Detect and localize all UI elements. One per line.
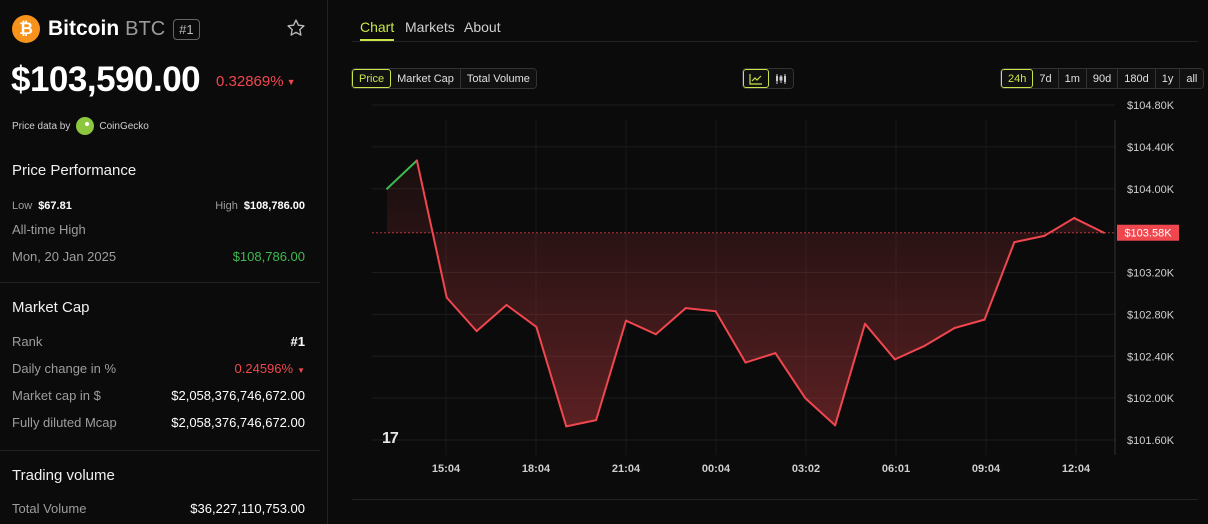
x-tick-label: 18:04 — [522, 463, 551, 475]
market-cap-title: Market Cap — [12, 299, 90, 316]
divider — [0, 450, 320, 451]
metric-price-button[interactable]: Price — [352, 69, 392, 88]
tab-markets[interactable]: Markets — [405, 19, 455, 35]
ath-label: All-time High — [12, 222, 86, 237]
low-label: Low — [12, 200, 33, 212]
rank-label: Rank — [12, 334, 43, 349]
range-180d-button[interactable]: 180d — [1118, 69, 1156, 88]
down-arrow-icon: ▼ — [286, 77, 296, 87]
ath-date: Mon, 20 Jan 2025 — [12, 249, 117, 264]
price-chart-svg[interactable]: $104.80K $104.40K $104.00K $103.20K $102.80K… — [352, 100, 1198, 500]
y-tick-label: $104.80K — [1127, 100, 1175, 112]
tab-chart[interactable]: Chart — [360, 19, 395, 41]
daily-change-value: 0.24596% ▼ — [235, 361, 305, 376]
x-tick-label: 21:04 — [612, 463, 641, 475]
x-tick-label: 15:04 — [432, 463, 461, 475]
trading-volume-title: Trading volume — [12, 467, 115, 484]
divider — [352, 499, 1198, 500]
fully-diluted-label: Fully diluted Mcap — [12, 415, 117, 430]
x-tick-label: 00:04 — [702, 463, 731, 475]
x-tick-label: 03:02 — [792, 463, 820, 475]
divider — [0, 282, 320, 283]
current-price-label: $103.58K — [1124, 228, 1172, 240]
tradingview-logo-icon[interactable]: 17 — [382, 430, 399, 448]
y-tick-label: $102.80K — [1127, 309, 1175, 321]
rank-value: #1 — [290, 334, 305, 349]
metric-total-volume-button[interactable]: Total Volume — [460, 69, 536, 88]
tab-bar: Chart Markets About — [352, 0, 1198, 42]
y-tick-label: $102.40K — [1127, 351, 1175, 363]
range-90d-button[interactable]: 90d — [1086, 69, 1119, 88]
metric-selector: Price Market Cap Total Volume — [351, 68, 537, 89]
high-price: High $108,786.00 — [215, 197, 305, 212]
range-7d-button[interactable]: 7d — [1033, 69, 1059, 88]
price-performance-title: Price Performance — [12, 162, 137, 179]
coingecko-logo-icon[interactable] — [76, 117, 95, 135]
range-24h-button[interactable]: 24h — [1001, 69, 1034, 88]
price-data-label: Price data by — [12, 120, 71, 132]
price-data-attribution: Price data by CoinGecko — [12, 117, 149, 135]
range-1m-button[interactable]: 1m — [1058, 69, 1087, 88]
price-data-provider[interactable]: CoinGecko — [99, 121, 148, 132]
fully-diluted-value: $2,058,376,746,672.00 — [171, 415, 305, 430]
high-value: $108,786.00 — [243, 200, 305, 212]
chart-style-toggle — [742, 68, 794, 89]
x-tick-label: 12:04 — [1062, 463, 1091, 475]
daily-change-label: Daily change in % — [12, 361, 117, 376]
x-tick-label: 09:04 — [972, 463, 1001, 475]
y-tick-label: $104.40K — [1127, 142, 1175, 154]
x-tick-label: 06:01 — [882, 463, 910, 475]
bitcoin-logo-icon: ₿ — [12, 15, 40, 43]
tab-about[interactable]: About — [464, 19, 501, 35]
coin-info-panel: ₿ Bitcoin BTC #1 $103,590.00 0.32869% ▼ P… — [0, 0, 328, 524]
daily-change-number: 0.24596% — [234, 361, 294, 376]
total-volume-label: Total Volume — [12, 501, 87, 516]
page: ₿ Bitcoin BTC #1 $103,590.00 0.32869% ▼ P… — [0, 0, 1208, 524]
market-cap-label: Market cap in $ — [12, 388, 101, 403]
rank-badge: #1 — [173, 18, 200, 40]
low-value: $67.81 — [38, 200, 72, 212]
coin-header: ₿ Bitcoin BTC #1 — [12, 15, 200, 43]
coin-name: Bitcoin — [48, 17, 120, 40]
time-range-selector: 24h 7d 1m 90d 180d 1y all — [1000, 68, 1205, 89]
coin-symbol: BTC — [125, 17, 166, 40]
price-change-value: 0.32869% — [216, 73, 284, 90]
market-cap-value: $2,058,376,746,672.00 — [171, 388, 305, 403]
price-area — [387, 160, 1104, 427]
candlestick-icon[interactable] — [769, 69, 793, 88]
metric-market-cap-button[interactable]: Market Cap — [391, 69, 461, 88]
price-change: 0.32869% ▼ — [216, 73, 295, 90]
price-chart[interactable]: $104.80K $104.40K $104.00K $103.20K $102.80K… — [352, 100, 1198, 500]
current-price: $103,590.00 — [11, 60, 201, 99]
total-volume-value: $36,227,110,753.00 — [190, 501, 305, 516]
range-1y-button[interactable]: 1y — [1155, 69, 1181, 88]
line-chart-icon[interactable] — [743, 69, 769, 88]
ath-value: $108,786.00 — [232, 249, 305, 264]
y-tick-label: $102.00K — [1127, 393, 1175, 405]
low-price: Low $67.81 — [12, 197, 72, 212]
range-all-button[interactable]: all — [1180, 69, 1204, 88]
favorite-star-icon[interactable] — [286, 18, 306, 38]
y-tick-label: $101.60K — [1127, 435, 1175, 447]
y-tick-label: $103.20K — [1127, 268, 1175, 280]
high-label: High — [215, 200, 238, 212]
y-tick-label: $104.00K — [1127, 184, 1175, 196]
down-arrow-icon: ▼ — [297, 366, 305, 375]
